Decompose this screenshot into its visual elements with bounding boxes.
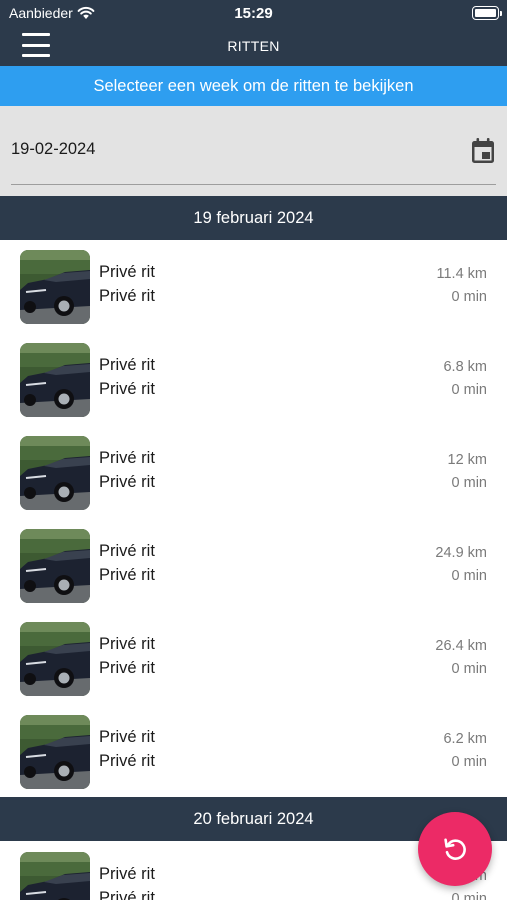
trip-duration: 0 min bbox=[451, 891, 487, 900]
instruction-banner: Selecteer een week om de ritten te bekij… bbox=[0, 66, 507, 106]
trip-duration: 0 min bbox=[451, 289, 487, 305]
trip-row[interactable]: Privé rit Privé rit 6.2 km 0 min bbox=[0, 705, 507, 798]
top-bar: Aanbieder 15:29 RITTEN bbox=[0, 0, 507, 66]
week-picker-value[interactable]: 19-02-2024 bbox=[11, 140, 95, 159]
trip-subtitle: Privé rit bbox=[99, 473, 155, 491]
trip-distance: 24.9 km bbox=[435, 545, 487, 561]
trip-duration: 0 min bbox=[451, 754, 487, 770]
trip-subtitle: Privé rit bbox=[99, 380, 155, 398]
car-thumbnail bbox=[20, 622, 90, 696]
trip-row[interactable]: Privé rit Privé rit 6.8 km 0 min bbox=[0, 333, 507, 426]
page-title: RITTEN bbox=[227, 38, 280, 54]
battery-icon bbox=[472, 6, 502, 20]
trip-distance: 11.4 km bbox=[436, 266, 487, 282]
refresh-icon bbox=[444, 838, 466, 860]
trip-subtitle: Privé rit bbox=[99, 889, 155, 900]
car-thumbnail bbox=[20, 436, 90, 510]
trip-subtitle: Privé rit bbox=[99, 287, 155, 305]
trip-subtitle: Privé rit bbox=[99, 752, 155, 770]
week-picker[interactable]: 19-02-2024 bbox=[0, 106, 507, 196]
trip-row[interactable]: Privé rit Privé rit 26.4 km 0 min bbox=[0, 612, 507, 705]
trip-distance: 6.8 km bbox=[443, 359, 487, 375]
week-picker-underline bbox=[11, 184, 496, 185]
trip-title: Privé rit bbox=[99, 542, 155, 560]
trip-title: Privé rit bbox=[99, 865, 155, 883]
trip-distance: 12 km bbox=[447, 452, 488, 468]
trip-title: Privé rit bbox=[99, 635, 155, 653]
status-bar: Aanbieder 15:29 bbox=[0, 0, 507, 26]
trip-subtitle: Privé rit bbox=[99, 566, 155, 584]
car-thumbnail bbox=[20, 529, 90, 603]
trip-row[interactable]: Privé rit Privé rit 12 km 0 min bbox=[0, 426, 507, 519]
car-thumbnail bbox=[20, 852, 90, 900]
trip-duration: 0 min bbox=[451, 475, 487, 491]
car-thumbnail bbox=[20, 343, 90, 417]
car-thumbnail bbox=[20, 250, 90, 324]
trip-title: Privé rit bbox=[99, 263, 155, 281]
trip-duration: 0 min bbox=[451, 568, 487, 584]
trip-row[interactable]: Privé rit Privé rit 11.4 km 0 min bbox=[0, 240, 507, 333]
trip-subtitle: Privé rit bbox=[99, 659, 155, 677]
calendar-icon[interactable] bbox=[471, 138, 495, 164]
trip-title: Privé rit bbox=[99, 449, 155, 467]
trip-row[interactable]: Privé rit Privé rit 24.9 km 0 min bbox=[0, 519, 507, 612]
status-time: 15:29 bbox=[234, 5, 273, 22]
trip-title: Privé rit bbox=[99, 356, 155, 374]
trip-duration: 0 min bbox=[451, 382, 487, 398]
trip-title: Privé rit bbox=[99, 728, 155, 746]
trip-distance: 6.2 km bbox=[443, 731, 487, 747]
trip-duration: 0 min bbox=[451, 661, 487, 677]
trip-distance: 26.4 km bbox=[435, 638, 487, 654]
app-screen: Aanbieder 15:29 RITTEN Selecteer een wee… bbox=[0, 0, 507, 900]
car-thumbnail bbox=[20, 715, 90, 789]
refresh-button[interactable] bbox=[418, 812, 492, 886]
day-section-header: 19 februari 2024 bbox=[0, 196, 507, 240]
